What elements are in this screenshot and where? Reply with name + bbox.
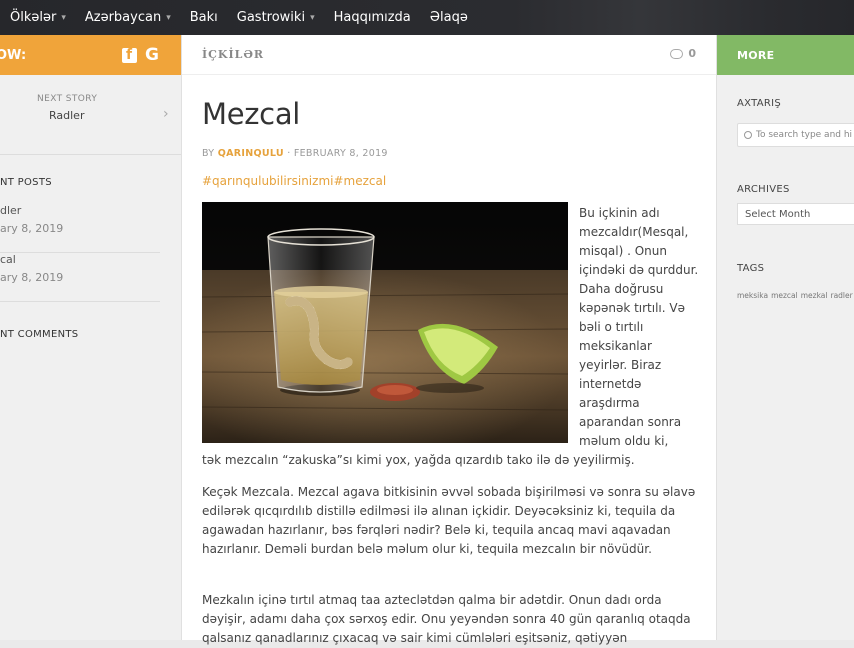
search-heading: AXTARIŞ [737,98,782,109]
author-link[interactable]: QARINQULU [218,148,284,159]
nav-item-label: Ölkələr [10,10,57,25]
nav-item-label: Haqqımızda [333,10,411,25]
tag-link[interactable]: meksika [737,291,768,300]
social-icons: G [122,46,159,64]
mezcal-photo [202,202,568,443]
tag-link[interactable]: radler [830,291,852,300]
nav-menu: Ölkələr ▾ Azərbaycan ▾ Bakı Gastrowiki ▾ Haqqım… [0,0,854,35]
main-content: İÇKİLƏR 0 Mezcal BY QARINQULU · FEBRUARY… [182,35,716,645]
tag-link[interactable]: mezcal [771,291,798,300]
follow-label: OW: [0,47,27,63]
left-sidebar: OW: G NEXT STORY Radler › NT POSTS dler … [0,35,182,640]
recent-post-item[interactable]: dler ary 8, 2019 [0,204,160,253]
comment-count[interactable]: 0 [670,47,696,60]
byline-prefix: BY [202,148,215,159]
tag-cloud: meksika mezcal mezkal radler [737,291,854,300]
chevron-down-icon: ▾ [61,12,66,23]
google-icon[interactable]: G [145,46,159,64]
category-link[interactable]: İÇKİLƏR [202,48,264,61]
nav-item[interactable]: Azərbaycan ▾ [85,10,171,25]
search-input[interactable]: To search type and hi [737,123,854,147]
post-intro-text: Bu içkinin adı mezcaldır(Mesqal, misqal)… [579,206,699,448]
recent-comments-heading: NT COMMENTS [0,329,79,340]
recent-post-title[interactable]: cal [0,253,16,266]
nav-item-label: Gastrowiki [236,10,306,25]
more-bar: MORE [717,35,854,75]
recent-post-item[interactable]: cal ary 8, 2019 [0,253,160,302]
archives-heading: ARCHIVES [737,184,790,195]
right-sidebar: MORE AXTARIŞ To search type and hi ARCHI… [716,35,854,640]
byline-separator: · [283,148,294,159]
post-paragraph: Mezkalın içinə tırtıl atmaq taa azteclət… [202,593,691,645]
search-placeholder: To search type and hi [756,130,853,140]
tags-heading: TAGS [737,263,765,274]
nav-item-label: Bakı [189,10,218,25]
chevron-right-icon[interactable]: › [163,106,169,122]
comment-count-value: 0 [688,47,696,60]
top-navigation: Ölkələr ▾ Azərbaycan ▾ Bakı Gastrowiki ▾ Haqqım… [0,0,854,35]
post-title: Mezcal [202,97,301,131]
tag-link[interactable]: mezkal [801,291,828,300]
chevron-down-icon: ▾ [166,12,171,23]
post-date: FEBRUARY 8, 2019 [293,148,388,159]
recent-post-title[interactable]: dler [0,204,21,217]
hashtags[interactable]: #qarınqulubilirsinizmi#mezcal [202,174,386,188]
nav-item[interactable]: Ölkələr ▾ [10,10,66,25]
post-continuation: tək mezcalın “zakuska”sı kimi yox, yağda… [202,453,635,467]
next-story-title[interactable]: Radler [49,109,84,122]
next-story-label: NEXT STORY [37,94,98,104]
byline: BY QARINQULU · FEBRUARY 8, 2019 [202,148,388,159]
comment-icon [670,48,684,59]
nav-item[interactable]: Bakı [190,10,218,25]
search-icon [744,131,752,139]
follow-bar: OW: G [0,35,181,75]
next-story[interactable]: NEXT STORY Radler › [0,75,181,155]
nav-item[interactable]: Haqqımızda [334,10,411,25]
recent-post-date: ary 8, 2019 [0,271,64,284]
facebook-icon[interactable] [122,47,138,63]
post-paragraph: Keçək Mezcala. Mezcal agava bitkisinin ə… [202,485,696,556]
recent-posts-heading: NT POSTS [0,177,52,188]
nav-item[interactable]: Əlaqə [430,10,468,25]
nav-item-label: Azərbaycan [84,10,162,25]
chevron-down-icon: ▾ [310,12,315,23]
archives-select[interactable]: Select Month [737,203,854,225]
nav-item[interactable]: Gastrowiki ▾ [237,10,315,25]
category-bar: İÇKİLƏR 0 [182,35,716,75]
nav-item-label: Əlaqə [429,10,468,25]
recent-post-date: ary 8, 2019 [0,222,64,235]
